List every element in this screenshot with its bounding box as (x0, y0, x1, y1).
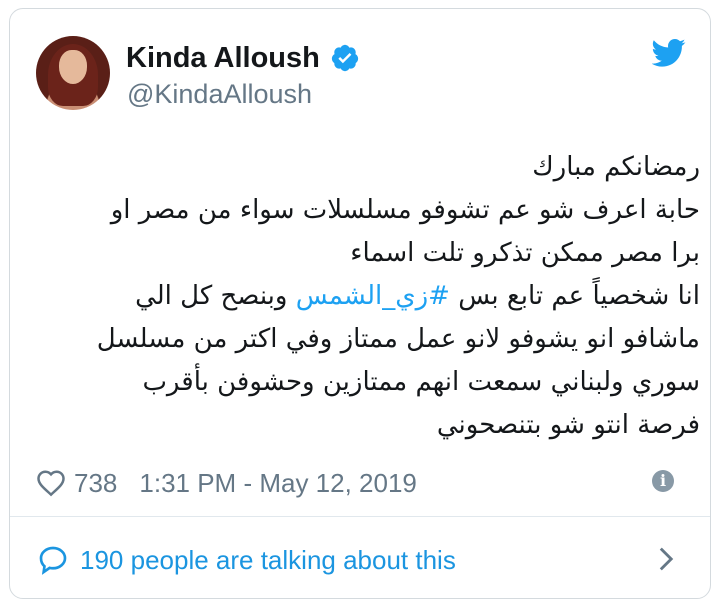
divider (10, 516, 710, 517)
conversation-text[interactable]: 190 people are talking about this (80, 545, 456, 576)
conversation-link[interactable]: 190 people are talking about this (36, 540, 456, 580)
chevron-right-icon[interactable] (658, 546, 674, 572)
tweet-meta: 738 1:31 PM - May 12, 2019 (36, 465, 417, 501)
twitter-bird-icon[interactable] (652, 38, 686, 68)
avatar-face (59, 50, 87, 84)
avatar[interactable] (36, 36, 110, 110)
tweet-timestamp[interactable]: 1:31 PM - May 12, 2019 (139, 468, 416, 499)
like-count[interactable]: 738 (74, 468, 117, 499)
tweet-line-6: سوري ولبناني سمعت انهم ممتازين وحشوفن بأ… (142, 367, 700, 397)
speech-bubble-icon (39, 546, 67, 575)
tweet-line-5: ماشافو انو يشوفو لانو عمل ممتاز وفي اكتر… (96, 324, 700, 354)
tweet-line-3: برا مصر ممكن تذكرو تلت اسماء (350, 238, 700, 268)
verified-badge-icon (331, 44, 358, 72)
display-name[interactable]: Kinda Alloush (126, 42, 320, 75)
tweet-line-1: رمضانكم مبارك (532, 152, 700, 182)
user-handle[interactable]: @KindaAlloush (127, 79, 312, 110)
tweet-line-4-end: وبنصح كل الي (135, 281, 288, 311)
tweet-line-4-start: انا شخصياً عم تابع بس (458, 281, 700, 311)
tweet-text: رمضانكم مبارك حابة اعرف شو عم تشوفو مسلس… (28, 146, 700, 447)
name-row: Kinda Alloush (126, 40, 360, 76)
info-icon[interactable]: i (652, 470, 674, 492)
heart-icon[interactable] (36, 469, 66, 497)
tweet-line-4: انا شخصياً عم تابع بس #زي_الشمس وبنصح كل… (28, 275, 700, 318)
tweet-line-7: فرصة انتو شو بتنصحوني (436, 410, 700, 440)
tweet-line-2: حابة اعرف شو عم تشوفو مسلسلات سواء من مص… (110, 195, 700, 225)
hashtag-link[interactable]: #زي_الشمس (296, 281, 450, 311)
